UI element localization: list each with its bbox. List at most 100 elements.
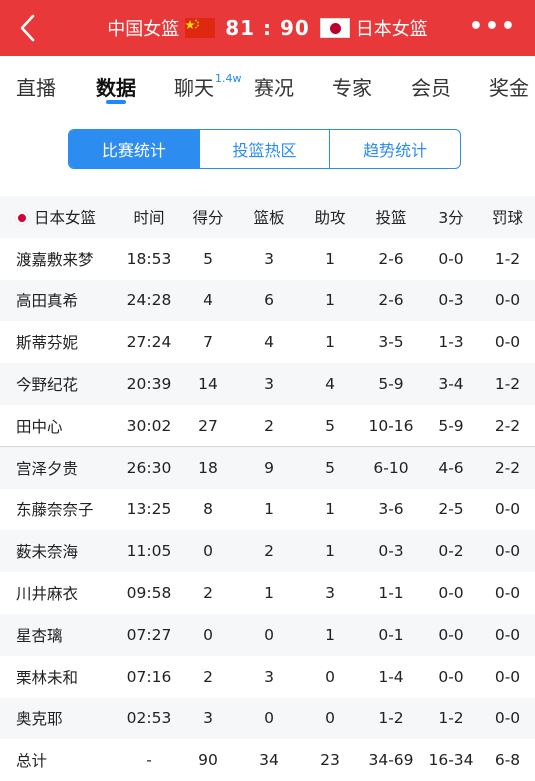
stat-cell: 3 xyxy=(264,249,274,268)
column-header: 3分 xyxy=(422,196,480,238)
stat-cell: 3 xyxy=(238,363,300,405)
player-name: 宫泽夕贵 xyxy=(0,446,120,489)
stat-cell: 1-1 xyxy=(378,584,404,603)
segment-shot-heatmap[interactable]: 投篮热区 xyxy=(198,130,330,168)
stat-cell: 4 xyxy=(300,363,360,405)
stat-cell: 0-0 xyxy=(438,584,464,603)
stat-cell: 18:53 xyxy=(126,249,172,268)
table-row[interactable]: 薮未奈海 11:05 0 2 1 0-3 0-2 0-0 xyxy=(0,530,535,573)
stat-cell: 16-34 xyxy=(428,751,474,770)
column-header: 篮板 xyxy=(238,196,300,238)
table-row[interactable]: 栗林未和 07:16 2 3 0 1-4 0-0 0-0 xyxy=(0,656,535,698)
stats-segmented-control: 比赛统计 投篮热区 趋势统计 xyxy=(68,129,461,169)
stat-cell: 0-0 xyxy=(480,697,535,740)
stat-cell: 3 xyxy=(178,697,238,740)
stat-cell: 34-69 xyxy=(368,751,414,770)
top-bar: 中国女篮 81 : 90 日本女篮 ••• xyxy=(0,0,535,56)
stat-cell: 90 xyxy=(198,751,218,770)
player-name: 田中心 xyxy=(16,417,63,436)
stat-cell: 0-3 xyxy=(422,279,480,322)
stat-cell: 1-2 xyxy=(480,363,535,405)
stat-cell: 0 xyxy=(178,613,238,656)
score: 81 : 90 xyxy=(225,16,310,40)
away-team-name: 日本女篮 xyxy=(355,19,428,40)
table-row[interactable]: 星杏璃 07:27 0 0 1 0-1 0-0 0-0 xyxy=(0,613,535,656)
player-name: 今野纪花 xyxy=(0,363,120,405)
stat-cell: - xyxy=(146,751,152,770)
japan-flag-icon xyxy=(16,211,28,224)
stat-cell: 1-2 xyxy=(360,697,422,740)
player-name: 斯蒂芬妮 xyxy=(16,334,79,353)
active-tab-indicator xyxy=(106,100,126,104)
tab-bonus[interactable]: 奖金 xyxy=(489,72,529,101)
tab-experts[interactable]: 专家 xyxy=(332,72,372,101)
column-header: 投篮 xyxy=(360,196,422,238)
tab-chat[interactable]: 聊天1.4w xyxy=(174,72,242,101)
player-name: 渡嘉敷来梦 xyxy=(16,250,94,269)
stat-cell: 0-0 xyxy=(494,333,521,352)
player-name: 东藤奈奈子 xyxy=(16,501,94,520)
stat-cell: 3 xyxy=(325,584,335,603)
stat-cell: 1 xyxy=(300,613,360,656)
stat-cell: 0-0 xyxy=(438,249,464,268)
stat-cell: 1-4 xyxy=(378,667,404,686)
stat-cell: 0-0 xyxy=(480,613,535,656)
stat-cell: 2-5 xyxy=(438,500,464,519)
tab-membership[interactable]: 会员 xyxy=(411,72,451,101)
stat-cell: 27 xyxy=(198,416,218,435)
stat-cell: 0-0 xyxy=(438,667,464,686)
stat-cell: 6 xyxy=(238,279,300,322)
stat-cell: 27:24 xyxy=(126,333,172,352)
table-row[interactable]: 斯蒂芬妮 27:24 7 4 1 3-5 1-3 0-0 xyxy=(0,321,535,363)
table-row[interactable]: 田中心 30:02 27 2 5 10-16 5-9 2-2 xyxy=(0,405,535,447)
stat-cell: 0-0 xyxy=(422,613,480,656)
table-row[interactable]: 宫泽夕贵 26:30 18 9 5 6-10 4-6 2-2 xyxy=(0,446,535,489)
stat-cell: 2-2 xyxy=(480,446,535,489)
table-row[interactable]: 今野纪花 20:39 14 3 4 5-9 3-4 1-2 xyxy=(0,363,535,405)
player-name: 栗林未和 xyxy=(16,668,79,687)
chat-count-badge: 1.4w xyxy=(215,72,242,85)
segment-game-stats[interactable]: 比赛统计 xyxy=(69,130,199,168)
stat-cell: 0 xyxy=(238,697,300,740)
tab-data[interactable]: 数据 xyxy=(96,72,136,101)
home-team-name: 中国女篮 xyxy=(107,19,180,40)
stat-cell: 8 xyxy=(203,500,213,519)
stat-cell: 09:58 xyxy=(126,584,172,603)
tab-game-status[interactable]: 赛况 xyxy=(254,72,294,101)
table-row[interactable]: 川井麻衣 09:58 2 1 3 1-1 0-0 0-0 xyxy=(0,572,535,614)
segment-trend-stats[interactable]: 趋势统计 xyxy=(329,130,460,168)
more-icon[interactable]: ••• xyxy=(469,14,517,39)
stat-cell: 5-9 xyxy=(438,416,464,435)
player-name: 总计 xyxy=(16,752,48,771)
tab-label: 专家 xyxy=(332,76,372,100)
stat-cell: 5 xyxy=(300,446,360,489)
stat-cell: 4-6 xyxy=(422,446,480,489)
stat-cell: 1 xyxy=(264,500,274,519)
stat-cell: 2 xyxy=(238,530,300,573)
stat-cell: 0-0 xyxy=(494,667,521,686)
stat-cell: 1-2 xyxy=(494,249,521,268)
tab-live[interactable]: 直播 xyxy=(16,72,56,101)
stat-cell: 0-0 xyxy=(480,279,535,322)
stat-cell: 0 xyxy=(325,667,335,686)
player-name: 星杏璃 xyxy=(0,613,120,656)
tab-label: 直播 xyxy=(16,76,56,100)
main-tabs: 直播 数据 聊天1.4w 赛况 专家 会员 奖金 xyxy=(0,56,535,114)
totals-row: 总计 - 90 34 23 34-69 16-34 6-8 xyxy=(0,739,535,781)
stat-cell: 20:39 xyxy=(120,363,178,405)
stat-cell: 7 xyxy=(203,333,213,352)
table-row[interactable]: 奥克耶 02:53 3 0 0 1-2 1-2 0-0 xyxy=(0,697,535,740)
stat-cell: 1 xyxy=(325,500,335,519)
stat-cell: 3-5 xyxy=(378,333,404,352)
stat-cell: 07:27 xyxy=(120,613,178,656)
stat-cell: 9 xyxy=(238,446,300,489)
table-row[interactable]: 高田真希 24:28 4 6 1 2-6 0-3 0-0 xyxy=(0,279,535,322)
stat-cell: 13:25 xyxy=(126,500,172,519)
table-row[interactable]: 东藤奈奈子 13:25 8 1 1 3-6 2-5 0-0 xyxy=(0,489,535,531)
table-row[interactable]: 渡嘉敷来梦 18:53 5 3 1 2-6 0-0 1-2 xyxy=(0,238,535,280)
tab-label: 聊天 xyxy=(174,76,214,100)
stat-cell: 34 xyxy=(259,751,279,770)
stat-cell: 1 xyxy=(300,530,360,573)
stat-cell: 3-6 xyxy=(378,500,404,519)
stat-cell: 14 xyxy=(178,363,238,405)
